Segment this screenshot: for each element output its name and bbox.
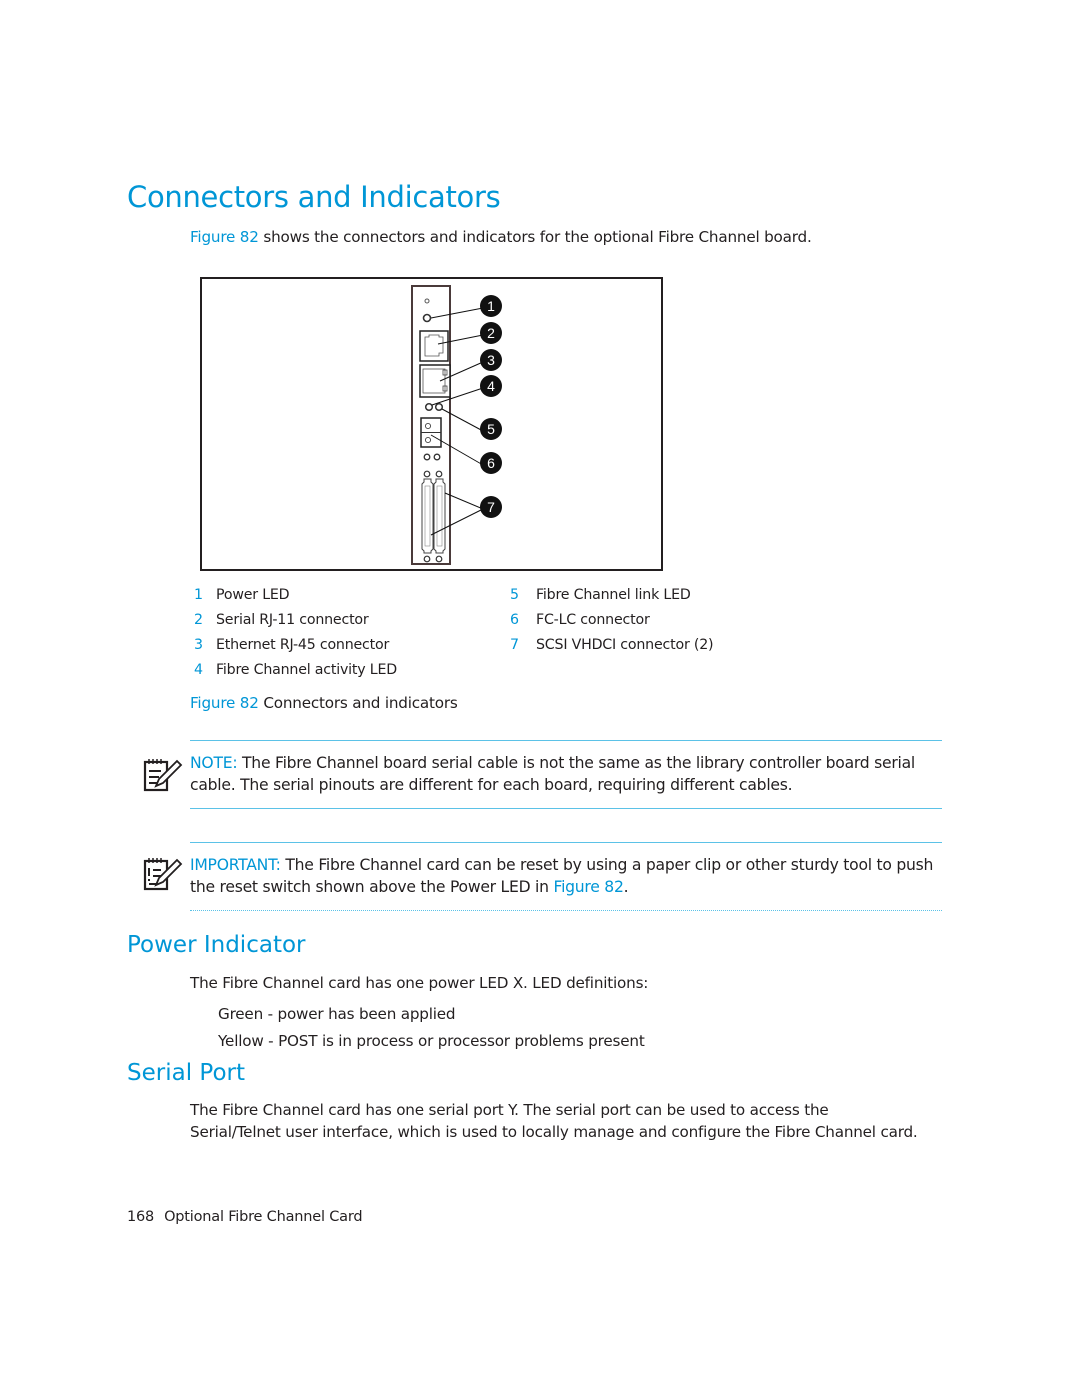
callout-6: 6 (480, 452, 502, 474)
legend-item: 4 Fibre Channel activity LED (194, 662, 397, 678)
page-footer: 168 Optional Fibre Channel Card (127, 1209, 363, 1225)
legend-item: 7 SCSI VHDCI connector (2) (510, 637, 714, 653)
callout-7: 7 (480, 496, 502, 518)
figure-82-illustration: 1 2 3 4 5 6 7 (200, 277, 663, 571)
svg-text:7: 7 (487, 499, 495, 515)
important-bottom-rule (190, 910, 942, 911)
svg-text:2: 2 (487, 325, 495, 341)
legend-item: 6 FC-LC connector (510, 612, 650, 628)
note-callout: NOTE: The Fibre Channel board serial cab… (190, 752, 950, 796)
power-indicator-intro: The Fibre Channel card has one power LED… (190, 974, 649, 992)
figure-82-link[interactable]: Figure 82 (553, 878, 623, 896)
figure-caption-label: Figure 82 (190, 694, 259, 712)
fc-lc-connector (420, 417, 442, 448)
serial-port-line-2: Serial/Telnet user interface, which is u… (190, 1123, 918, 1141)
legend-item: 2 Serial RJ-11 connector (194, 612, 369, 628)
svg-text:4: 4 (487, 378, 495, 394)
intro-paragraph: Figure 82 shows the connectors and indic… (190, 226, 812, 248)
legend-item: 5 Fibre Channel link LED (510, 587, 691, 603)
page-number: 168 (127, 1209, 155, 1225)
figure-caption: Figure 82 Connectors and indicators (190, 694, 458, 712)
note-text: The Fibre Channel board serial cable is … (190, 754, 915, 794)
callout-4: 4 (480, 375, 502, 397)
section-title: Connectors and Indicators (127, 180, 501, 214)
important-label: IMPORTANT: (190, 856, 281, 874)
serial-port-line-1: The Fibre Channel card has one serial po… (190, 1101, 829, 1119)
important-callout: IMPORTANT: The Fibre Channel card can be… (190, 856, 934, 896)
callout-1: 1 (480, 295, 502, 317)
power-led-definition-yellow: Yellow - POST is in process or processor… (218, 1032, 645, 1050)
note-label: NOTE: (190, 754, 238, 772)
legend-item: 3 Ethernet RJ-45 connector (194, 637, 390, 653)
figure-82-link[interactable]: Figure 82 (190, 228, 259, 246)
ethernet-rj45-connector (419, 364, 451, 398)
power-led-definition-green: Green - power has been applied (218, 1005, 456, 1023)
svg-text:3: 3 (487, 352, 495, 368)
important-top-rule (190, 842, 942, 843)
intro-text: shows the connectors and indicators for … (258, 228, 812, 246)
svg-text:1: 1 (487, 298, 495, 314)
svg-text:5: 5 (487, 421, 495, 437)
serial-port-heading: Serial Port (127, 1060, 245, 1086)
figure-legend-left: 1 Power LED 2 Serial RJ-11 connector 3 Ethe… (194, 583, 397, 683)
svg-text:6: 6 (487, 455, 495, 471)
serial-rj11-connector (419, 330, 449, 362)
important-pad-pencil-icon (143, 858, 183, 891)
chapter-title: Optional Fibre Channel Card (164, 1209, 363, 1225)
note-top-rule (190, 740, 942, 741)
figure-legend-right: 5 Fibre Channel link LED 6 FC-LC connector… (510, 583, 714, 658)
power-indicator-heading: Power Indicator (127, 932, 306, 958)
callout-2: 2 (480, 322, 502, 344)
callout-5: 5 (480, 418, 502, 440)
fibre-channel-board-diagram: 1 2 3 4 5 6 7 (411, 285, 502, 565)
note-pad-pencil-icon (143, 759, 183, 792)
scsi-vhdci-connector-2 (433, 470, 446, 563)
callout-3: 3 (480, 349, 502, 371)
note-bottom-rule (190, 808, 942, 809)
legend-item: 1 Power LED (194, 587, 290, 603)
scsi-vhdci-connector-1 (421, 470, 434, 563)
